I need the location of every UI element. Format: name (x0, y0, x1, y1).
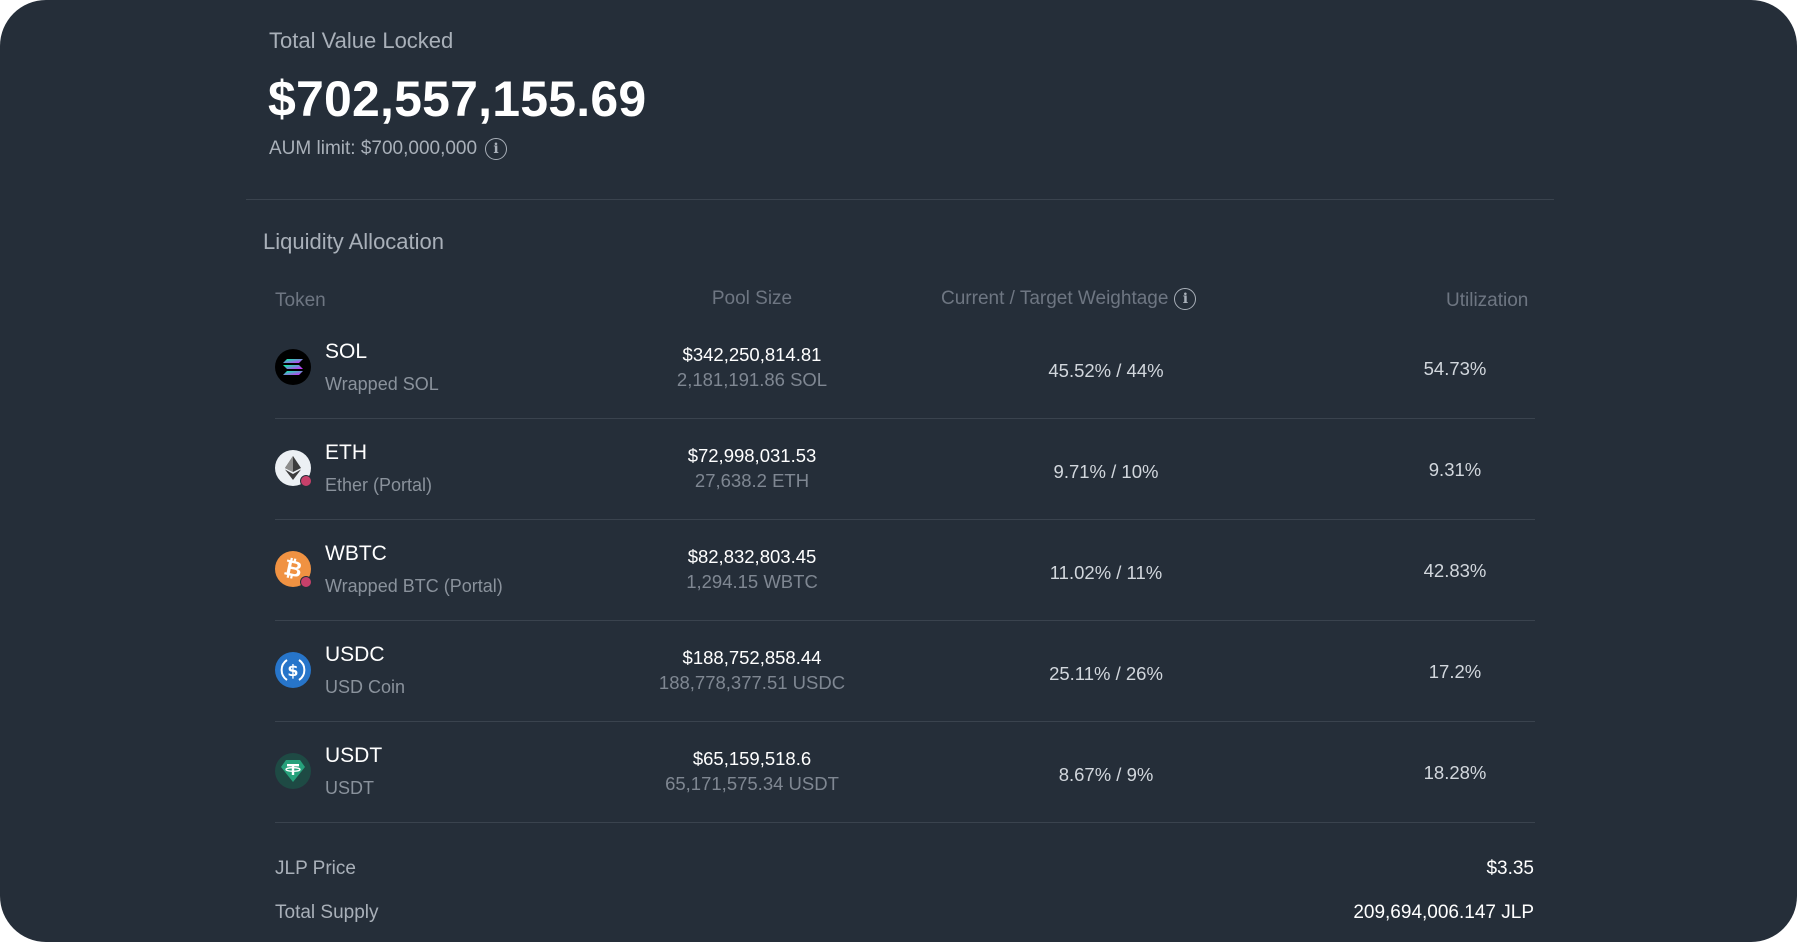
pool-size-usd: $65,159,518.6 (692, 748, 812, 769)
token-name: USDT (325, 778, 374, 798)
pool-size-amount: 1,294.15 WBTC (686, 571, 818, 592)
column-header-utilization: Utilization (1446, 290, 1529, 311)
section-title: Liquidity Allocation (263, 229, 445, 254)
table-row[interactable]: ETH Ether (Portal) $72,998,031.53 27,638… (275, 419, 1535, 520)
token-name: Wrapped SOL (325, 374, 439, 394)
aum-limit: AUM limit: $700,000,000 i (269, 138, 508, 160)
divider (246, 199, 1554, 200)
column-header-token: Token (275, 290, 326, 311)
column-header-weightage: Current / Target Weightage i (941, 288, 1197, 310)
portal-badge-icon (300, 576, 312, 588)
pool-size-amount: 65,171,575.34 USDT (665, 773, 839, 794)
svg-text:$: $ (287, 661, 298, 680)
info-icon[interactable]: i (485, 138, 508, 160)
pool-size: $72,998,031.53 27,638.2 ETH (652, 445, 852, 492)
table-row[interactable]: USDT USDT $65,159,518.6 65,171,575.34 US… (275, 722, 1535, 823)
token-name: Ether (Portal) (325, 475, 433, 495)
table-row[interactable]: $ USDC USD Coin $188,752,858.44 188,778,… (275, 621, 1535, 722)
info-icon[interactable]: i (1174, 288, 1197, 310)
pool-size: $188,752,858.44 188,778,377.51 USDC (652, 647, 852, 694)
utilization: 42.83% (1423, 560, 1487, 581)
token-name: Wrapped BTC (Portal) (325, 576, 503, 596)
pool-size-amount: 188,778,377.51 USDC (658, 672, 846, 693)
weightage: 45.52% / 44% (1048, 360, 1164, 381)
pool-size-amount: 27,638.2 ETH (694, 470, 810, 491)
weightage: 11.02% / 11% (1049, 562, 1163, 583)
portal-badge-icon (300, 475, 312, 487)
usdc-icon: $ (275, 652, 311, 688)
utilization: 17.2% (1428, 661, 1482, 682)
weightage: 25.11% / 26% (1049, 663, 1163, 684)
eth-icon (275, 450, 312, 487)
pool-size-usd: $342,250,814.81 (682, 344, 822, 365)
weightage: 8.67% / 9% (1058, 764, 1154, 785)
jlp-price-value: $3.35 (1486, 858, 1534, 879)
pool-size-usd: $188,752,858.44 (682, 647, 822, 668)
aum-limit-text: AUM limit: $700,000,000 (269, 138, 478, 159)
total-supply-value: 209,694,006.147 JLP (1353, 902, 1534, 923)
pool-size: $82,832,803.45 1,294.15 WBTC (652, 546, 852, 593)
pool-size: $342,250,814.81 2,181,191.86 SOL (652, 344, 852, 391)
pool-size: $65,159,518.6 65,171,575.34 USDT (652, 748, 852, 795)
utilization: 9.31% (1428, 459, 1482, 480)
usdt-icon (275, 753, 311, 789)
token-symbol: USDC (325, 643, 385, 666)
column-header-pool-size: Pool Size (711, 288, 793, 309)
pool-size-usd: $82,832,803.45 (687, 546, 817, 567)
pool-stats-card: Total Value Locked $702,557,155.69 AUM l… (0, 0, 1797, 942)
pool-size-usd: $72,998,031.53 (687, 445, 817, 466)
token-symbol: SOL (325, 340, 368, 363)
utilization: 54.73% (1423, 358, 1487, 379)
total-supply-label: Total Supply (275, 902, 379, 923)
jlp-price-label: JLP Price (275, 858, 356, 879)
tvl-label: Total Value Locked (269, 28, 454, 53)
column-header-weightage-label: Current / Target Weightage (941, 288, 1169, 309)
table-row[interactable]: ₿ WBTC Wrapped BTC (Portal) $82,832,803.… (275, 520, 1535, 621)
token-symbol: USDT (325, 744, 383, 767)
wbtc-icon: ₿ (275, 551, 312, 588)
token-symbol: ETH (325, 441, 367, 464)
token-name: USD Coin (325, 677, 406, 697)
token-symbol: WBTC (325, 542, 387, 565)
utilization: 18.28% (1423, 762, 1487, 783)
pool-size-amount: 2,181,191.86 SOL (676, 369, 828, 390)
tvl-value: $702,557,155.69 (268, 71, 647, 127)
weightage: 9.71% / 10% (1053, 461, 1159, 482)
allocation-table: SOL Wrapped SOL $342,250,814.81 2,181,19… (275, 318, 1535, 823)
table-row[interactable]: SOL Wrapped SOL $342,250,814.81 2,181,19… (275, 318, 1535, 419)
sol-icon (275, 349, 311, 385)
